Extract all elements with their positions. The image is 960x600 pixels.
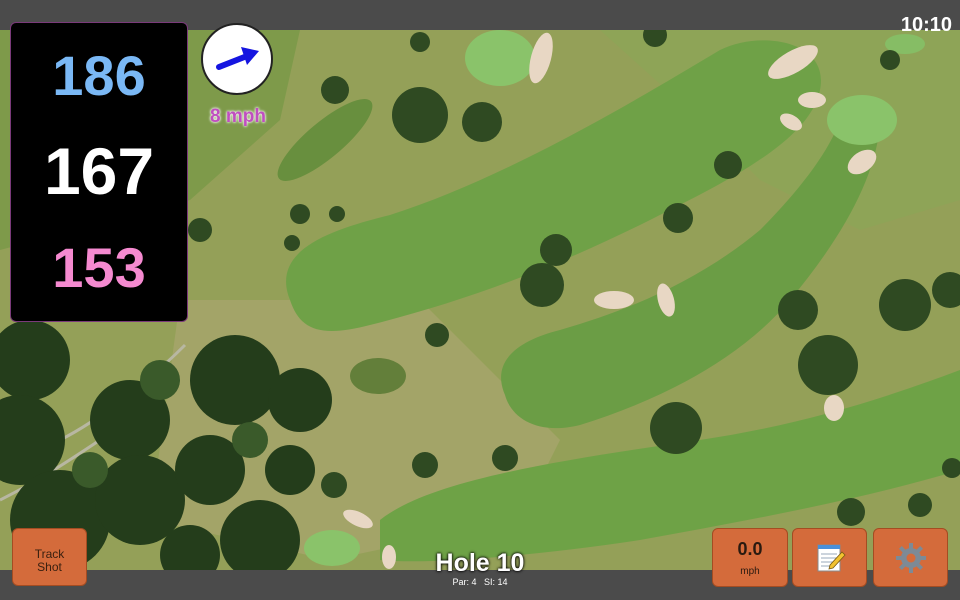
speed-unit: mph: [740, 566, 760, 577]
hole-stroke-index: SI: 14: [484, 577, 508, 587]
notepad-icon: [817, 544, 846, 572]
hole-par: Par: 4: [452, 577, 477, 587]
clock: 10:10: [900, 14, 952, 36]
gear-icon: [896, 543, 926, 573]
track-shot-label-1: Track: [34, 547, 65, 561]
middle-distance: 167: [43, 134, 155, 208]
hole-title: Hole 10: [435, 549, 525, 577]
wind-arrow-icon: [216, 47, 259, 70]
hole-info: Par: 4 SI: 14: [400, 577, 560, 587]
settings-button[interactable]: [873, 528, 948, 587]
speed-button[interactable]: 0.0 mph: [712, 528, 788, 587]
front-distance: 153: [52, 236, 146, 299]
notes-button[interactable]: [792, 528, 867, 587]
track-shot-button[interactable]: Track Shot: [12, 528, 87, 586]
speed-value: 0.0: [737, 539, 763, 559]
track-shot-label-2: Shot: [37, 560, 62, 574]
distance-panel: 186 167 153: [10, 22, 188, 322]
wind-indicator: [201, 23, 273, 95]
wind-speed: 8 mph: [210, 106, 266, 127]
back-distance: 186: [52, 44, 146, 107]
